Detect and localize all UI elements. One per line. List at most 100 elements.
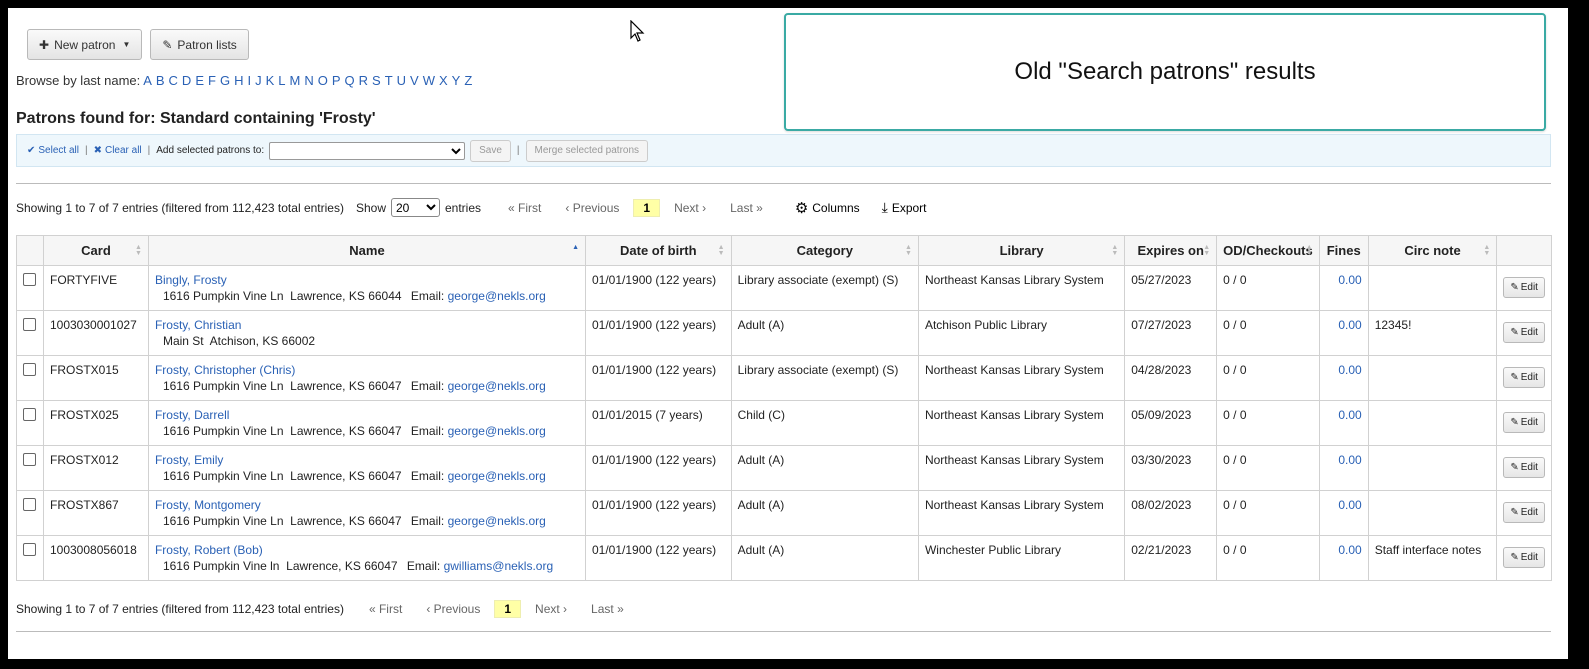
column-header-col9[interactable]: Circ note ▲ ▼ bbox=[1367, 235, 1498, 266]
previous-page-link[interactable]: ‹ Previous bbox=[565, 201, 619, 215]
new-patron-button[interactable]: ✚ New patron ▼ bbox=[27, 29, 143, 60]
fines-link[interactable]: 0.00 bbox=[1338, 363, 1361, 377]
column-header-col5[interactable]: Library ▲ ▼ bbox=[917, 235, 1126, 266]
fines-link[interactable]: 0.00 bbox=[1338, 273, 1361, 287]
current-page[interactable]: 1 bbox=[633, 198, 661, 217]
column-header-col2[interactable]: Name ▲ bbox=[147, 235, 587, 266]
first-page-link[interactable]: « First bbox=[369, 602, 402, 616]
column-header-col8[interactable]: Fines bbox=[1318, 235, 1369, 266]
letter-link-d[interactable]: D bbox=[182, 73, 191, 88]
email-link[interactable]: george@nekls.org bbox=[448, 424, 546, 438]
category-cell: Adult (A) bbox=[730, 535, 919, 581]
letter-link-f[interactable]: F bbox=[208, 73, 216, 88]
edit-button[interactable]: ✎ Edit bbox=[1503, 277, 1545, 298]
letter-link-a[interactable]: A bbox=[143, 73, 152, 88]
card-cell: 1003008056018 bbox=[42, 535, 149, 581]
patron-name-link[interactable]: Frosty, Christian bbox=[155, 318, 241, 332]
column-header-col3[interactable]: Date of birth ▲ ▼ bbox=[585, 235, 732, 266]
fines-link[interactable]: 0.00 bbox=[1338, 408, 1361, 422]
patron-name-link[interactable]: Frosty, Montgomery bbox=[155, 498, 261, 512]
letter-link-y[interactable]: Y bbox=[452, 73, 461, 88]
edit-button[interactable]: ✎ Edit bbox=[1503, 322, 1545, 343]
letter-link-p[interactable]: P bbox=[332, 73, 341, 88]
entries-per-page-select[interactable]: 20 bbox=[391, 198, 440, 217]
letter-link-m[interactable]: M bbox=[289, 73, 300, 88]
columns-button[interactable]: ⚙ Columns bbox=[795, 199, 860, 217]
column-header-col6[interactable]: Expires on ▲ ▼ bbox=[1124, 235, 1218, 266]
column-header-col1[interactable]: Card ▲ ▼ bbox=[42, 235, 149, 266]
letter-link-s[interactable]: S bbox=[372, 73, 381, 88]
previous-page-link[interactable]: ‹ Previous bbox=[426, 602, 480, 616]
letter-link-v[interactable]: V bbox=[410, 73, 419, 88]
pencil-icon: ✎ bbox=[1510, 417, 1519, 428]
circ-note-cell bbox=[1367, 490, 1498, 536]
fines-link[interactable]: 0.00 bbox=[1338, 318, 1361, 332]
current-page[interactable]: 1 bbox=[494, 600, 522, 618]
email-link[interactable]: george@nekls.org bbox=[448, 514, 546, 528]
download-icon: ⤓ bbox=[881, 199, 888, 215]
email-link[interactable]: gwilliams@nekls.org bbox=[444, 559, 554, 573]
patron-list-select[interactable] bbox=[269, 141, 466, 160]
column-header-col4[interactable]: Category ▲ ▼ bbox=[730, 235, 919, 266]
pencil-icon: ✎ bbox=[1510, 507, 1519, 518]
next-page-link[interactable]: Next › bbox=[535, 602, 567, 616]
email-link[interactable]: george@nekls.org bbox=[448, 289, 546, 303]
last-page-link[interactable]: Last » bbox=[591, 602, 624, 616]
letter-link-z[interactable]: Z bbox=[464, 73, 472, 88]
letter-link-b[interactable]: B bbox=[156, 73, 165, 88]
letter-link-e[interactable]: E bbox=[195, 73, 204, 88]
letter-link-h[interactable]: H bbox=[234, 73, 243, 88]
letter-link-x[interactable]: X bbox=[439, 73, 448, 88]
patron-name-link[interactable]: Bingly, Frosty bbox=[155, 273, 227, 287]
save-button[interactable]: Save bbox=[470, 139, 511, 162]
letter-link-t[interactable]: T bbox=[385, 73, 393, 88]
letter-link-k[interactable]: K bbox=[266, 73, 275, 88]
edit-button[interactable]: ✎ Edit bbox=[1503, 502, 1545, 523]
email-label: Email: bbox=[406, 559, 441, 573]
row-checkbox[interactable] bbox=[23, 273, 36, 286]
patron-name-link[interactable]: Frosty, Christopher (Chris) bbox=[155, 363, 295, 377]
export-button[interactable]: ⤓ Export bbox=[882, 199, 927, 216]
row-checkbox[interactable] bbox=[23, 498, 36, 511]
column-header-col7[interactable]: OD/Checkouts ▲ ▼ bbox=[1216, 235, 1320, 266]
first-page-link[interactable]: « First bbox=[508, 201, 541, 215]
last-page-link[interactable]: Last » bbox=[730, 201, 763, 215]
edit-list-icon: ✎ bbox=[162, 37, 173, 52]
table-row: FROSTX015 Frosty, Christopher (Chris) 16… bbox=[16, 355, 1552, 401]
row-checkbox[interactable] bbox=[23, 363, 36, 376]
select-all-link[interactable]: Select all bbox=[38, 145, 79, 156]
row-checkbox[interactable] bbox=[23, 318, 36, 331]
merge-patrons-button[interactable]: Merge selected patrons bbox=[525, 139, 649, 162]
letter-link-c[interactable]: C bbox=[169, 73, 178, 88]
patron-name-link[interactable]: Frosty, Darrell bbox=[155, 408, 229, 422]
next-page-link[interactable]: Next › bbox=[674, 201, 706, 215]
letter-link-w[interactable]: W bbox=[423, 73, 435, 88]
letter-link-n[interactable]: N bbox=[304, 73, 313, 88]
letter-link-r[interactable]: R bbox=[359, 73, 368, 88]
letter-link-u[interactable]: U bbox=[397, 73, 406, 88]
fines-link[interactable]: 0.00 bbox=[1338, 498, 1361, 512]
checkouts-cell: 0 / 0 bbox=[1216, 265, 1320, 311]
edit-button[interactable]: ✎ Edit bbox=[1503, 412, 1545, 433]
fines-link[interactable]: 0.00 bbox=[1338, 453, 1361, 467]
clear-all-link[interactable]: Clear all bbox=[105, 145, 142, 156]
letter-link-j[interactable]: J bbox=[255, 73, 262, 88]
patron-lists-button[interactable]: ✎ Patron lists bbox=[150, 29, 249, 60]
letter-link-q[interactable]: Q bbox=[345, 73, 355, 88]
row-checkbox[interactable] bbox=[23, 453, 36, 466]
gear-icon: ⚙ bbox=[794, 199, 809, 217]
email-link[interactable]: george@nekls.org bbox=[448, 379, 546, 393]
fines-link[interactable]: 0.00 bbox=[1338, 543, 1361, 557]
email-link[interactable]: george@nekls.org bbox=[448, 469, 546, 483]
patron-name-link[interactable]: Frosty, Emily bbox=[155, 453, 223, 467]
letter-link-o[interactable]: O bbox=[318, 73, 328, 88]
edit-button[interactable]: ✎ Edit bbox=[1503, 547, 1545, 568]
letter-link-g[interactable]: G bbox=[220, 73, 230, 88]
row-checkbox[interactable] bbox=[23, 408, 36, 421]
letter-link-i[interactable]: I bbox=[247, 73, 251, 88]
edit-button[interactable]: ✎ Edit bbox=[1503, 367, 1545, 388]
patron-name-link[interactable]: Frosty, Robert (Bob) bbox=[155, 543, 263, 557]
row-checkbox[interactable] bbox=[23, 543, 36, 556]
edit-button[interactable]: ✎ Edit bbox=[1503, 457, 1545, 478]
letter-link-l[interactable]: L bbox=[278, 73, 285, 88]
